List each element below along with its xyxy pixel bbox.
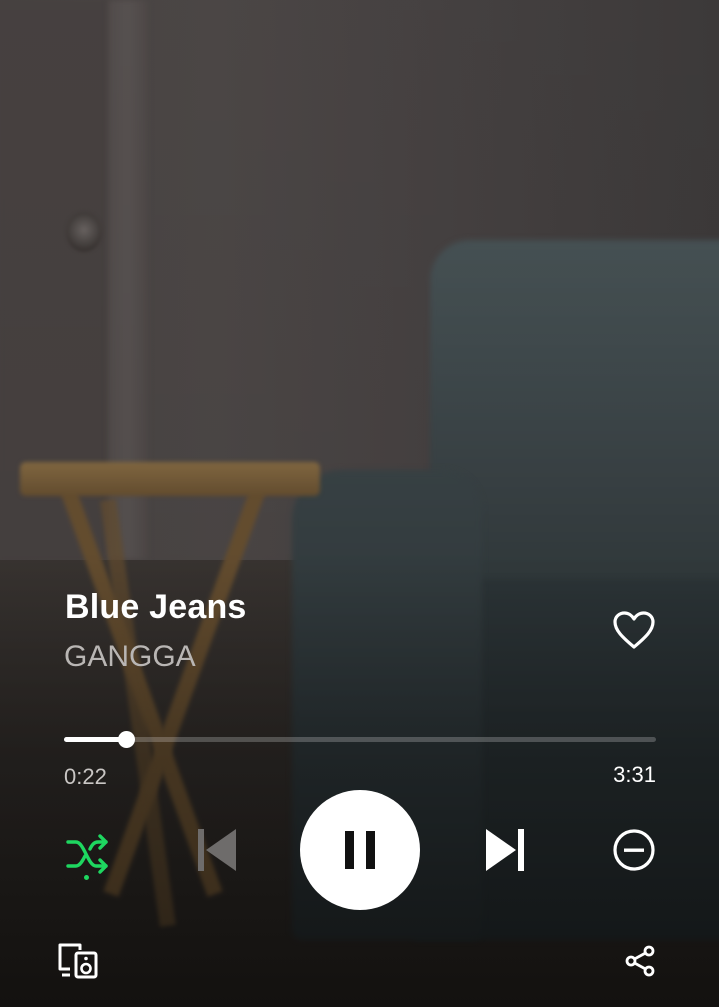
hide-song-button[interactable] [608,824,660,876]
heart-outline-icon [613,611,655,649]
progress-fill [64,737,126,742]
minus-circle-icon [613,829,655,871]
now-playing-screen: Blue Jeans GANGGA 0:22 3:31 [0,0,719,1007]
track-title[interactable]: Blue Jeans [65,588,247,627]
shuffle-icon [66,834,108,874]
share-button[interactable] [620,940,660,982]
pause-button[interactable] [300,790,420,910]
skip-next-icon [486,829,524,871]
like-button[interactable] [608,604,660,656]
share-icon [625,945,655,977]
progress-bar[interactable] [64,731,656,748]
skip-previous-icon [198,829,236,871]
next-button[interactable] [478,822,532,878]
track-artist[interactable]: GANGGA [64,640,196,674]
shuffle-active-indicator [84,875,89,880]
shuffle-button[interactable] [60,826,116,882]
progress-scrubber[interactable] [117,731,135,748]
previous-button[interactable] [190,822,244,878]
elapsed-time: 0:22 [64,764,107,789]
pause-icon [345,831,375,869]
connect-devices-button[interactable] [54,938,102,982]
total-time: 3:31 [613,762,656,787]
connect-devices-icon [58,943,98,979]
